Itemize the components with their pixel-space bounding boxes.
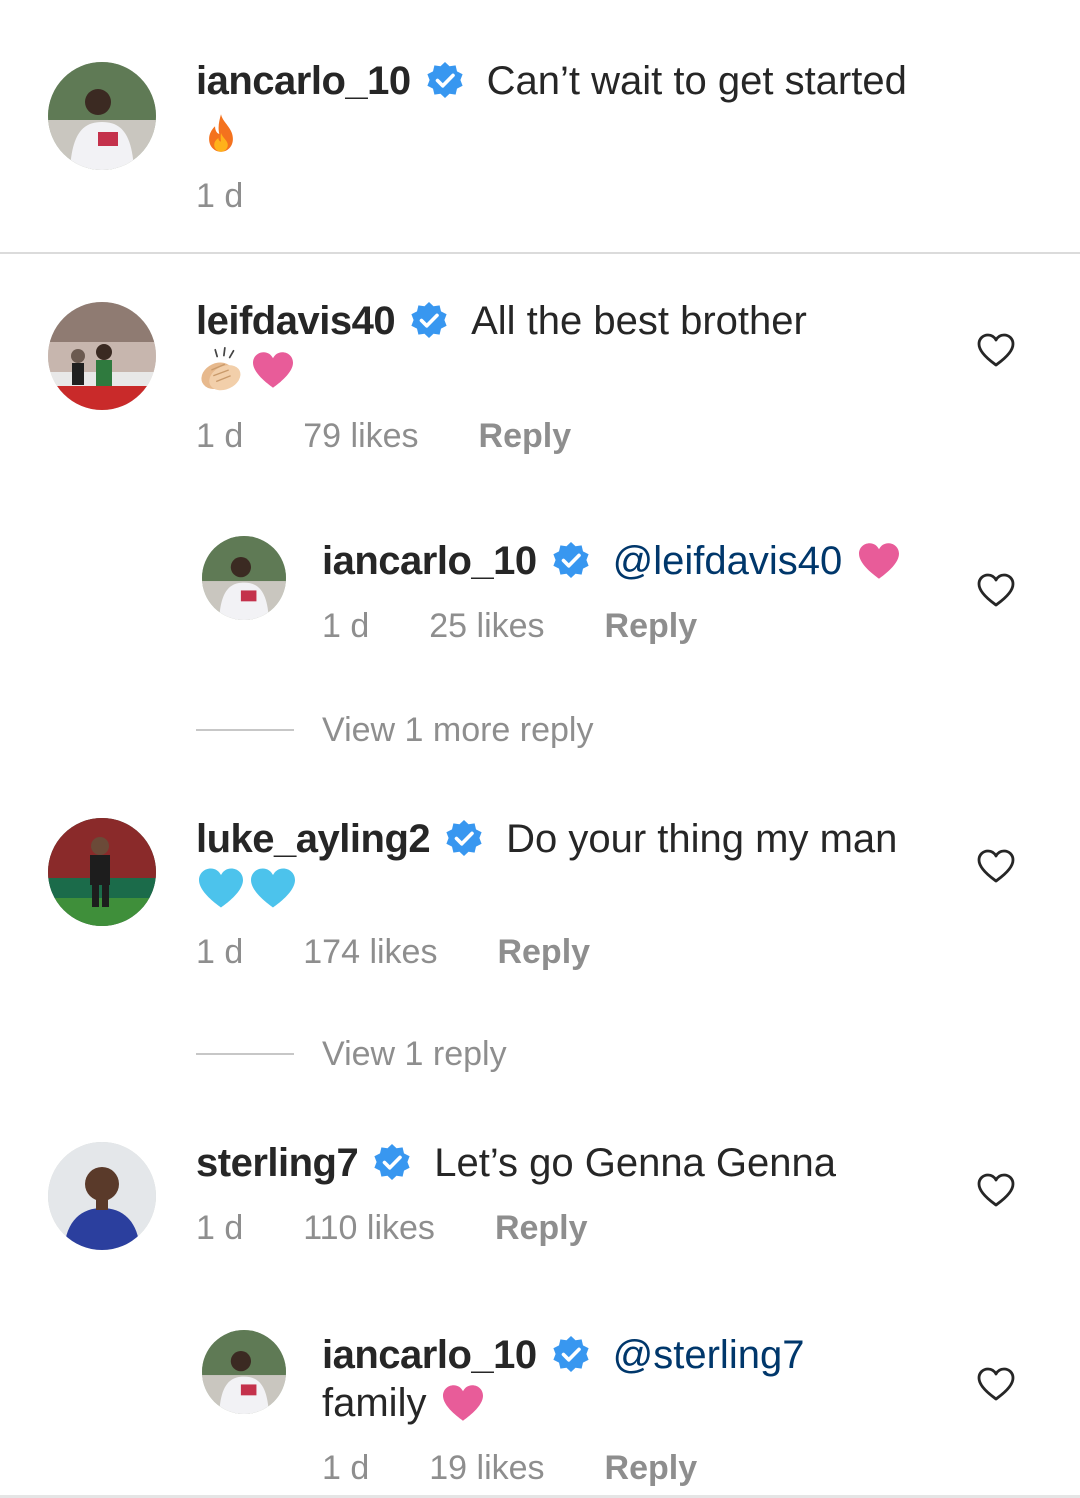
comment-timestamp: 1 d	[196, 416, 244, 455]
reply-timestamp: 1 d	[322, 1448, 370, 1487]
reply-like-count[interactable]: 25 likes	[429, 607, 544, 646]
view-more-label: View 1 more reply	[322, 710, 594, 749]
avatar[interactable]	[48, 62, 156, 170]
comment-username[interactable]: iancarlo_10	[196, 59, 411, 104]
verified-badge-icon	[372, 1143, 412, 1183]
comment-timestamp: 1 d	[196, 932, 244, 971]
like-heart-icon[interactable]	[976, 848, 1016, 884]
comment-like-count[interactable]: 110 likes	[303, 1209, 435, 1248]
pink-heart-emoji-icon	[440, 1383, 486, 1423]
reply-button[interactable]: Reply	[605, 607, 698, 646]
view-more-dash	[196, 729, 294, 731]
comment-text: Do your thing my man	[506, 816, 898, 861]
pink-heart-emoji-icon	[856, 541, 902, 581]
avatar[interactable]	[48, 302, 156, 410]
avatar[interactable]	[48, 818, 156, 926]
like-heart-icon[interactable]	[976, 332, 1016, 368]
verified-badge-icon	[444, 819, 484, 859]
comment-username[interactable]: luke_ayling2	[196, 817, 431, 862]
reply-timestamp: 1 d	[322, 606, 370, 645]
reply-button[interactable]: Reply	[497, 933, 590, 972]
comment-timestamp: 1 d	[196, 1208, 244, 1247]
like-heart-icon[interactable]	[976, 1366, 1016, 1402]
view-more-dash	[196, 1053, 294, 1055]
comment-text: Can’t wait to get started	[486, 58, 907, 103]
reply-text: family	[322, 1380, 427, 1425]
reply-button[interactable]: Reply	[605, 1449, 698, 1488]
comment-like-count[interactable]: 79 likes	[303, 417, 418, 456]
comment-like-count[interactable]: 174 likes	[303, 933, 437, 972]
like-heart-icon[interactable]	[976, 572, 1016, 608]
comment-text: Let’s go Genna Genna	[434, 1140, 837, 1185]
view-replies-button[interactable]: View 1 reply	[196, 1034, 507, 1074]
blue-heart-emoji-icon	[196, 866, 246, 910]
comment-timestamp: 1 d	[196, 176, 244, 215]
like-heart-icon[interactable]	[976, 1172, 1016, 1208]
view-more-replies-button[interactable]: View 1 more reply	[196, 710, 594, 750]
reply-like-count[interactable]: 19 likes	[429, 1449, 544, 1488]
verified-badge-icon	[425, 61, 465, 101]
pink-heart-emoji-icon	[250, 350, 296, 390]
comment-username[interactable]: leifdavis40	[196, 299, 396, 344]
comment-text: All the best brother	[471, 298, 807, 343]
verified-badge-icon	[409, 301, 449, 341]
fire-emoji-icon	[204, 110, 238, 156]
view-more-label: View 1 reply	[322, 1034, 507, 1073]
reply-username[interactable]: iancarlo_10	[322, 1333, 537, 1378]
reply-button[interactable]: Reply	[479, 417, 572, 456]
verified-badge-icon	[551, 541, 591, 581]
clapping-hands-emoji-icon	[196, 346, 246, 394]
reply-button[interactable]: Reply	[495, 1209, 588, 1248]
caption-divider	[0, 252, 1080, 254]
comment-username[interactable]: sterling7	[196, 1141, 359, 1186]
avatar[interactable]	[202, 536, 286, 620]
blue-heart-emoji-icon	[248, 866, 298, 910]
verified-badge-icon	[551, 1335, 591, 1375]
avatar[interactable]	[202, 1330, 286, 1414]
reply-username[interactable]: iancarlo_10	[322, 539, 537, 584]
avatar[interactable]	[48, 1142, 156, 1250]
mention-link[interactable]: @leifdavis40	[613, 539, 843, 584]
mention-link[interactable]: @sterling7	[613, 1333, 805, 1378]
